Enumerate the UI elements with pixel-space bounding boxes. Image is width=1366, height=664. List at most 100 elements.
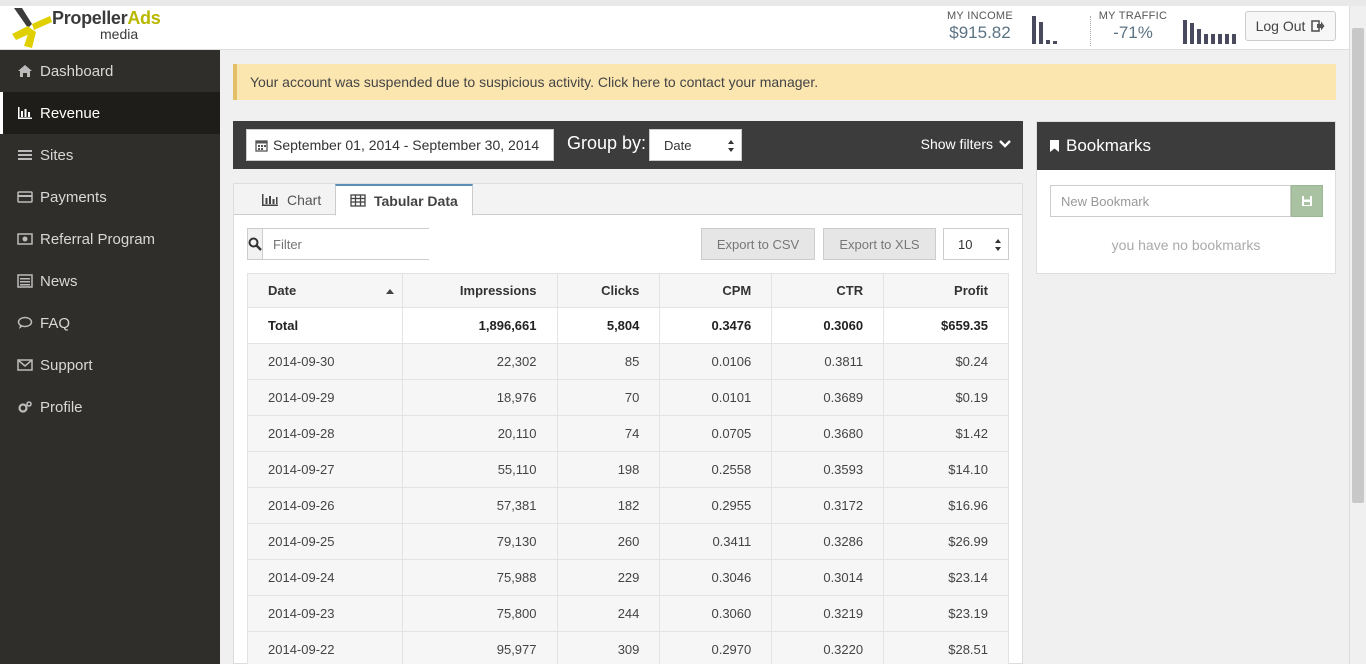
envelope-icon: [16, 357, 34, 373]
income-label: MY INCOME: [946, 10, 1014, 22]
cell: 1,896,661: [401, 307, 558, 344]
sidebar-item-sites[interactable]: Sites: [0, 134, 220, 176]
page-scrollbar[interactable]: [1349, 6, 1366, 664]
sparkline-bar: [1190, 23, 1194, 44]
logout-button[interactable]: Log Out: [1245, 11, 1336, 41]
table-row: 2014-09-25 79,130 260 0.3411 0.3286 $26.99: [247, 523, 1009, 560]
cell: 260: [556, 523, 661, 560]
col-cpm[interactable]: CPM: [659, 273, 773, 308]
cell: 95,977: [401, 631, 558, 664]
filter-input[interactable]: [263, 229, 449, 259]
cell: 20,110: [401, 415, 558, 452]
cell: 0.0705: [659, 415, 773, 452]
cell: 0.2955: [659, 487, 773, 524]
col-ctr[interactable]: CTR: [771, 273, 885, 308]
save-icon: [1302, 196, 1312, 206]
report-toolbar: September 01, 2014 - September 30, 2014 …: [233, 121, 1023, 169]
sidebar: Dashboard Revenue Sites Payments Referra…: [0, 50, 220, 664]
cell: 18,976: [401, 379, 558, 416]
money-icon: [16, 231, 34, 247]
export-xls-button[interactable]: Export to XLS: [823, 228, 936, 260]
cell: $659.35: [883, 307, 1009, 344]
sparkline-bar: [1039, 22, 1043, 44]
cell: 0.0106: [659, 343, 773, 380]
sidebar-item-label: FAQ: [40, 314, 71, 332]
sidebar-item-payments[interactable]: Payments: [0, 176, 220, 218]
sparkline-bar: [1032, 16, 1036, 44]
logo-subtext: media: [100, 26, 139, 42]
cell: $23.14: [883, 559, 1009, 596]
calendar-icon: [255, 139, 268, 152]
cell: 2014-09-27: [247, 451, 403, 488]
cell: 0.3680: [771, 415, 885, 452]
export-csv-button[interactable]: Export to CSV: [701, 228, 815, 260]
bookmark-icon: [1050, 140, 1059, 152]
save-bookmark-button[interactable]: [1291, 185, 1323, 217]
table-row: 2014-09-28 20,110 74 0.0705 0.3680 $1.42: [247, 415, 1009, 452]
cell: Total: [247, 307, 403, 344]
tab-chart[interactable]: Chart: [247, 184, 335, 215]
cell: 0.3286: [771, 523, 885, 560]
chevron-down-icon: [999, 140, 1011, 148]
cell: 0.3811: [771, 343, 885, 380]
suspension-alert[interactable]: Your account was suspended due to suspic…: [233, 64, 1336, 100]
cell: $1.42: [883, 415, 1009, 452]
sparkline-bar: [1211, 34, 1215, 44]
select-arrows-icon: [995, 239, 1001, 251]
col-clicks[interactable]: Clicks: [556, 273, 661, 308]
sidebar-item-label: Profile: [40, 398, 83, 416]
sidebar-item-faq[interactable]: FAQ: [0, 302, 220, 344]
view-tabs: Chart Tabular Data: [234, 184, 1022, 216]
cell: 22,302: [401, 343, 558, 380]
cell: 2014-09-23: [247, 595, 403, 632]
sidebar-item-label: Payments: [40, 188, 107, 206]
group-by-value: Date: [664, 137, 692, 153]
cell: 2014-09-29: [247, 379, 403, 416]
new-bookmark-input[interactable]: New Bookmark: [1050, 185, 1291, 217]
cell: 0.3219: [771, 595, 885, 632]
table-row: 2014-09-27 55,110 198 0.2558 0.3593 $14.10: [247, 451, 1009, 488]
tab-chart-label: Chart: [287, 191, 322, 208]
sidebar-item-dashboard[interactable]: Dashboard: [0, 50, 220, 92]
income-sparkline: [1032, 12, 1057, 44]
cell: 70: [556, 379, 661, 416]
sidebar-item-revenue[interactable]: Revenue: [0, 92, 220, 134]
sidebar-item-news[interactable]: News: [0, 260, 220, 302]
tab-tabular-data[interactable]: Tabular Data: [335, 184, 473, 216]
sparkline-bar: [1183, 20, 1187, 44]
cell: 0.0101: [659, 379, 773, 416]
col-impressions[interactable]: Impressions: [401, 273, 558, 308]
cell: 244: [556, 595, 661, 632]
cell: $0.19: [883, 379, 1009, 416]
traffic-stat: MY TRAFFIC -71%: [1098, 10, 1168, 43]
sparkline-bar: [1197, 29, 1201, 44]
top-header: PropellerAds media MY INCOME $915.82 MY …: [0, 0, 1366, 50]
table-row: 2014-09-22 95,977 309 0.2970 0.3220 $28.51: [247, 631, 1009, 664]
sidebar-item-referral-program[interactable]: Referral Program: [0, 218, 220, 260]
date-range-picker[interactable]: September 01, 2014 - September 30, 2014: [246, 129, 554, 161]
traffic-sparkline: [1183, 12, 1236, 44]
cell: 2014-09-24: [247, 559, 403, 596]
rows-per-page-value: 10: [958, 236, 973, 252]
cell: 0.3476: [659, 307, 773, 344]
sparkline-bar: [1232, 34, 1236, 44]
bar-chart-icon: [262, 193, 278, 206]
col-profit[interactable]: Profit: [883, 273, 1009, 308]
scrollbar-thumb[interactable]: [1352, 28, 1364, 503]
table-filter: [247, 228, 449, 260]
table-row: 2014-09-26 57,381 182 0.2955 0.3172 $16.96: [247, 487, 1009, 524]
sidebar-item-support[interactable]: Support: [0, 344, 220, 386]
cell: 0.2558: [659, 451, 773, 488]
cell: 2014-09-28: [247, 415, 403, 452]
group-by-select[interactable]: Date: [649, 129, 742, 161]
col-date[interactable]: Date: [247, 273, 403, 308]
rows-per-page-select[interactable]: 10: [943, 228, 1009, 260]
sidebar-item-profile[interactable]: Profile: [0, 386, 220, 428]
cell: 0.3060: [659, 595, 773, 632]
table-header-row: Date Impressions Clicks CPM CTR Profit: [247, 273, 1009, 308]
sidebar-item-label: News: [40, 272, 78, 290]
cell: 0.3046: [659, 559, 773, 596]
propellerads-logo[interactable]: PropellerAds media: [10, 6, 180, 50]
search-icon[interactable]: [248, 229, 263, 259]
show-filters-toggle[interactable]: Show filters: [921, 136, 1011, 152]
